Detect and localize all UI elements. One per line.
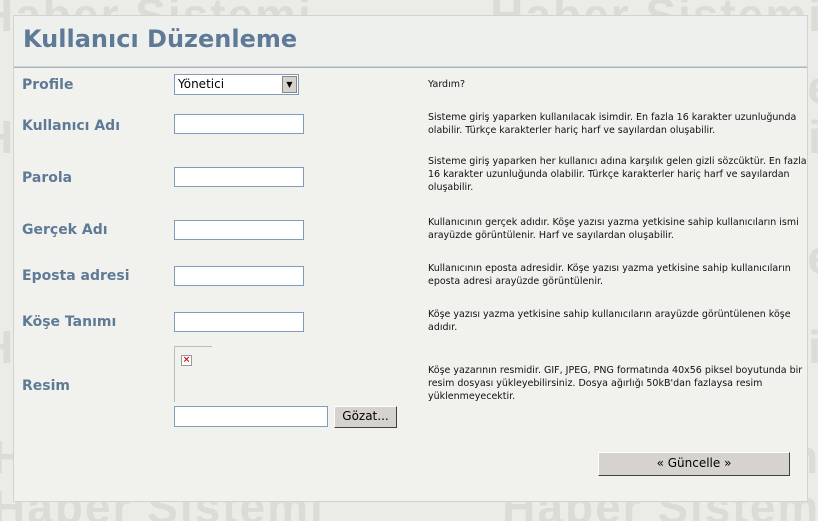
username-help: Sisteme giriş yaparken kullanılacak isim… — [428, 112, 797, 136]
picture-file-input[interactable] — [174, 406, 328, 427]
profile-selected-value: Yönetici — [178, 77, 225, 91]
password-label: Parola — [22, 170, 73, 186]
profile-label: Profile — [22, 77, 74, 93]
email-help: Kullanıcının eposta adresidir. Köşe yazı… — [428, 263, 791, 287]
email-label: Eposta adresi — [22, 268, 130, 284]
picture-preview: × — [174, 346, 212, 402]
title-bar: Kullanıcı Düzenleme — [14, 16, 807, 68]
update-button[interactable]: « Güncelle » — [598, 452, 790, 476]
password-input[interactable] — [174, 167, 304, 187]
picture-help: Köşe yazarının resmidir. GIF, JPEG, PNG … — [428, 365, 803, 402]
realname-label: Gerçek Adı — [22, 222, 108, 238]
help-header: Yardım? — [428, 79, 466, 90]
password-help: Sisteme giriş yaparken her kullanıcı adı… — [428, 156, 807, 193]
title-divider — [14, 67, 807, 68]
browse-button[interactable]: Gözat... — [334, 406, 397, 428]
profile-select[interactable]: Yönetici ▼ — [174, 74, 299, 95]
column-help: Köşe yazısı yazma yetkisine sahip kullan… — [428, 309, 791, 333]
broken-image-icon: × — [181, 355, 192, 366]
page-title: Kullanıcı Düzenleme — [23, 25, 298, 53]
chevron-down-icon[interactable]: ▼ — [282, 76, 297, 93]
realname-help: Kullanıcının gerçek adıdır. Köşe yazısı … — [428, 217, 799, 241]
column-label: Köşe Tanımı — [22, 314, 117, 330]
username-label: Kullanıcı Adı — [22, 118, 121, 134]
user-edit-panel: Kullanıcı Düzenleme Profile Yönetici ▼ Y… — [13, 15, 808, 502]
column-input[interactable] — [174, 312, 304, 332]
username-input[interactable] — [174, 114, 304, 134]
email-input[interactable] — [174, 266, 304, 286]
picture-label: Resim — [22, 378, 70, 394]
realname-input[interactable] — [174, 220, 304, 240]
